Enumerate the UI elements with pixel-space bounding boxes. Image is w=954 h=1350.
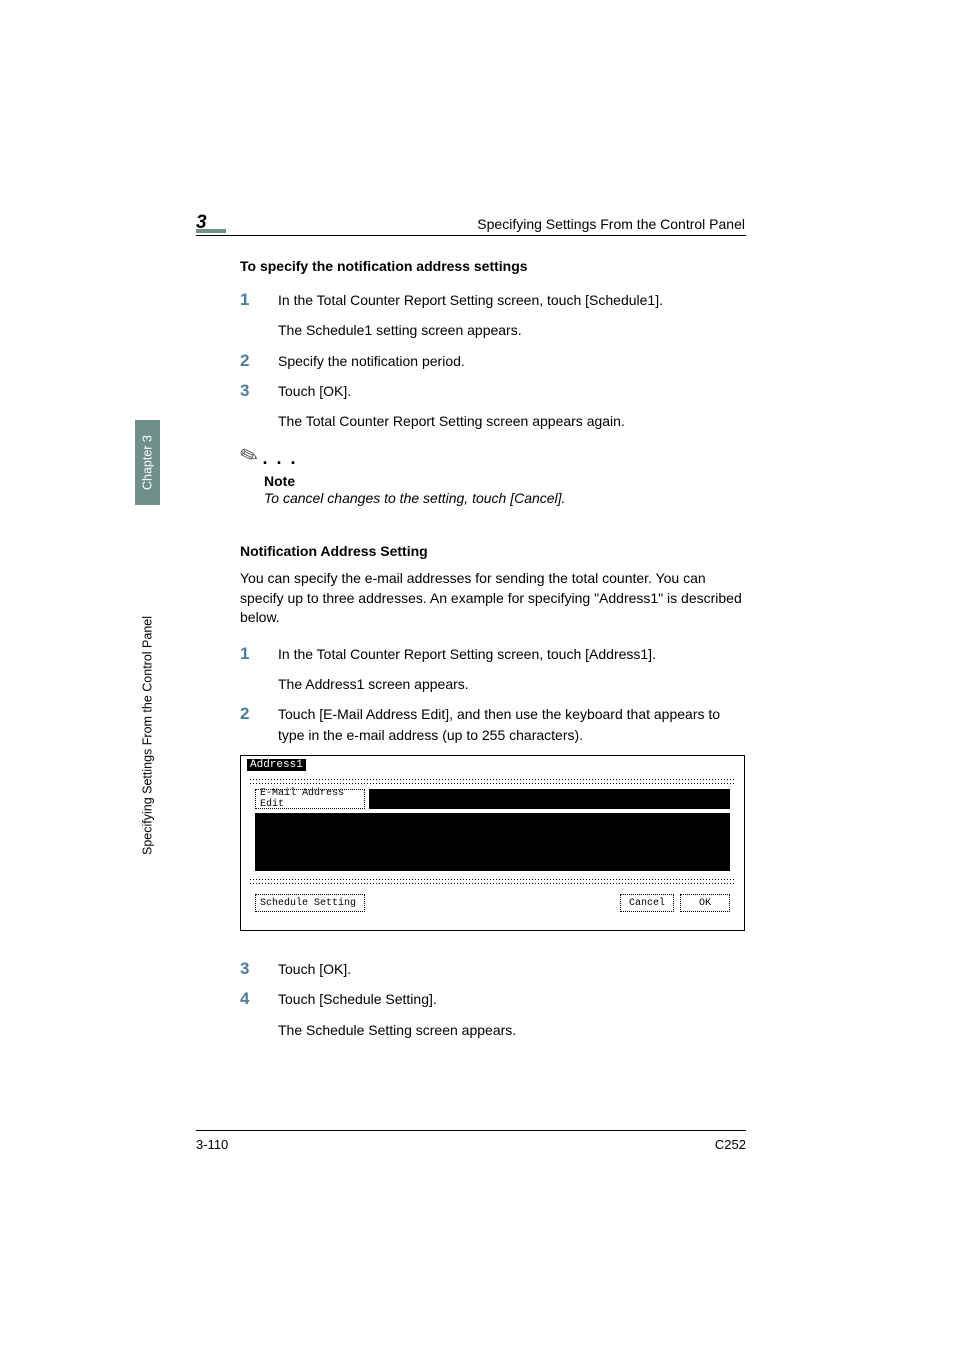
step-line1: Touch [E-Mail Address Edit], and then us… [278, 706, 720, 742]
step-number: 4 [240, 989, 278, 1040]
step-line2: The Schedule1 setting screen appears. [278, 320, 746, 340]
ok-button[interactable]: OK [680, 894, 730, 912]
chapter-bar [196, 229, 226, 233]
text-input-area[interactable] [255, 813, 730, 871]
side-label: Chapter 3 Specifying Settings From the C… [135, 420, 160, 920]
button-label: E-Mail Address Edit [260, 788, 360, 810]
cancel-button[interactable]: Cancel [620, 894, 674, 912]
step-text: In the Total Counter Report Setting scre… [278, 644, 746, 695]
dotted-line [249, 778, 736, 780]
step-number: 1 [240, 644, 278, 695]
step-line1: Touch [OK]. [278, 383, 351, 399]
step-text: In the Total Counter Report Setting scre… [278, 290, 746, 341]
step-text: Touch [Schedule Setting]. The Schedule S… [278, 989, 746, 1040]
step-line1: In the Total Counter Report Setting scre… [278, 292, 663, 308]
step-line2: The Total Counter Report Setting screen … [278, 411, 746, 431]
button-label: OK [699, 898, 711, 909]
step-number: 1 [240, 290, 278, 341]
step-item: 2 Specify the notification period. [240, 351, 746, 371]
section2-heading: Notification Address Setting [240, 543, 746, 559]
step-line1: Touch [Schedule Setting]. [278, 991, 437, 1007]
footer-page-number: 3-110 [196, 1137, 228, 1152]
step-text: Touch [OK]. [278, 959, 746, 979]
step-item: 2 Touch [E-Mail Address Edit], and then … [240, 704, 746, 745]
step-line1: In the Total Counter Report Setting scre… [278, 646, 656, 662]
step-item: 1 In the Total Counter Report Setting sc… [240, 290, 746, 341]
pencil-icon: ✎ [236, 441, 262, 472]
note-dots-icon: . . . [262, 448, 297, 469]
section2-steps: 1 In the Total Counter Report Setting sc… [240, 644, 746, 745]
note-box: ✎ . . . Note To cancel changes to the se… [240, 443, 746, 509]
footer-rule [196, 1130, 746, 1131]
chapter-tab: 3 [196, 213, 226, 233]
side-chapter: Chapter 3 [135, 420, 160, 505]
address1-screenshot: Address1 E-Mail Address Edit Schedule Se… [240, 755, 745, 931]
step-text: Touch [OK]. The Total Counter Report Set… [278, 381, 746, 432]
footer-model: C252 [708, 1137, 746, 1152]
step-item: 3 Touch [OK]. The Total Counter Report S… [240, 381, 746, 432]
email-address-field[interactable] [369, 789, 730, 809]
content-column: To specify the notification address sett… [240, 258, 746, 1050]
step-text: Touch [E-Mail Address Edit], and then us… [278, 704, 746, 745]
step-item: 4 Touch [Schedule Setting]. The Schedule… [240, 989, 746, 1040]
button-label: Cancel [629, 898, 665, 909]
step-item: 3 Touch [OK]. [240, 959, 746, 979]
section1-heading: To specify the notification address sett… [240, 258, 746, 274]
step-number: 3 [240, 381, 278, 432]
header-rule [196, 235, 746, 236]
dotted-line [249, 782, 736, 784]
dotted-line [249, 882, 736, 884]
shot-inner: E-Mail Address Edit Schedule Setting Can… [249, 778, 736, 922]
header-running-title: Specifying Settings From the Control Pan… [435, 216, 745, 232]
step-line1: Specify the notification period. [278, 353, 465, 369]
step-line1: Touch [OK]. [278, 961, 351, 977]
step-line2: The Address1 screen appears. [278, 674, 746, 694]
section1-steps: 1 In the Total Counter Report Setting sc… [240, 290, 746, 431]
step-number: 3 [240, 959, 278, 979]
email-address-edit-button[interactable]: E-Mail Address Edit [255, 789, 365, 809]
schedule-setting-button[interactable]: Schedule Setting [255, 894, 365, 912]
dotted-line [249, 878, 736, 880]
note-body: To cancel changes to the setting, touch … [264, 489, 746, 509]
step-number: 2 [240, 351, 278, 371]
step-item: 1 In the Total Counter Report Setting sc… [240, 644, 746, 695]
step-text: Specify the notification period. [278, 351, 746, 371]
side-title: Specifying Settings From the Control Pan… [135, 515, 160, 855]
note-label: Note [264, 473, 746, 489]
step-number: 2 [240, 704, 278, 745]
shot-title: Address1 [247, 759, 306, 771]
note-icon-row: ✎ . . . [240, 443, 746, 469]
button-label: Schedule Setting [260, 898, 356, 909]
section2-intro: You can specify the e-mail addresses for… [240, 569, 746, 628]
step-line2: The Schedule Setting screen appears. [278, 1020, 746, 1040]
section3-steps: 3 Touch [OK]. 4 Touch [Schedule Setting]… [240, 959, 746, 1040]
